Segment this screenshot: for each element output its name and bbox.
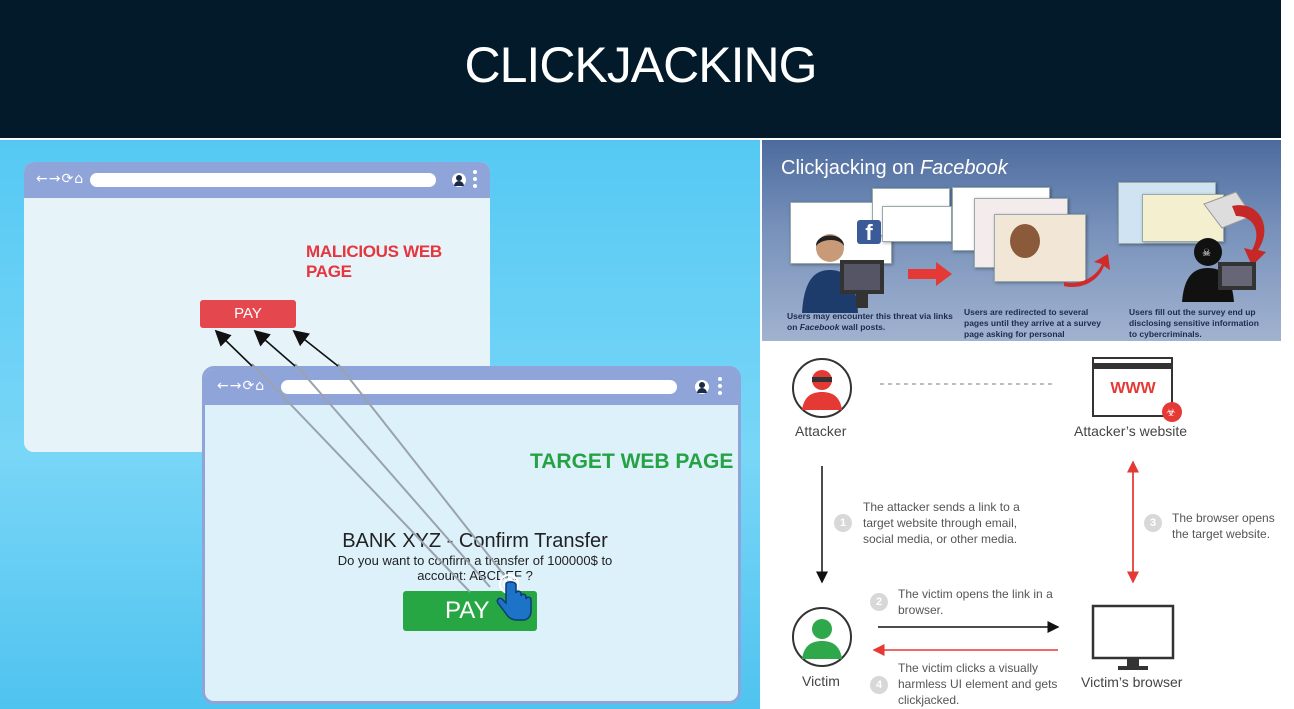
hand-cursor-icon [496, 574, 532, 621]
step-text: The victim opens the link in a browser. [898, 587, 1053, 617]
step-text: The attacker sends a link to a target we… [863, 500, 1020, 546]
arrow-right-icon [908, 262, 952, 286]
step-number: 2 [870, 593, 888, 611]
person-photo [1010, 224, 1040, 258]
curved-arrow-icon [1064, 254, 1110, 288]
infographic-title: Clickjacking on Facebook [781, 157, 1008, 179]
www-icon: WWW [1110, 380, 1156, 397]
attacker-site-label: Attacker’s website [1074, 423, 1188, 439]
facebook-infographic: Clickjacking on Facebook f ☠ Users may e… [762, 140, 1281, 341]
clickjacking-illustration: ←→⟳⌂ MALICIOUS WEB PAGE PAY ←→⟳⌂ TARGET … [0, 140, 760, 709]
clickjack-arrows [214, 329, 509, 593]
svg-text:☣: ☣ [1166, 406, 1176, 419]
step-text: The browser opens the target website. [1172, 511, 1275, 541]
step-number: 4 [870, 676, 888, 694]
victim-browser-label: Victim’s browser [1081, 674, 1183, 690]
cybercriminal-icon: ☠ [1182, 238, 1256, 302]
page-title: CLICKJACKING [464, 37, 818, 93]
attacker-label: Attacker [795, 423, 847, 439]
caption-stage-3: Users fill out the survey end up disclos… [1129, 307, 1259, 339]
svg-text:☠: ☠ [1202, 248, 1211, 259]
caption-stage-2: Users are redirected to several pages un… [964, 307, 1102, 341]
caption-stage-1: Users may encounter this threat via link… [787, 311, 953, 332]
step-number: 3 [1144, 514, 1162, 532]
step-text: The victim clicks a visually harmless UI… [898, 661, 1058, 707]
user-at-computer-icon [802, 234, 884, 313]
clickjacking-flow-diagram: ☣ WWW Attacker Attacker’s website Victim… [762, 342, 1281, 709]
wall-post-screenshot [882, 206, 952, 242]
victim-label: Victim [802, 673, 840, 689]
step-number: 1 [834, 514, 852, 532]
